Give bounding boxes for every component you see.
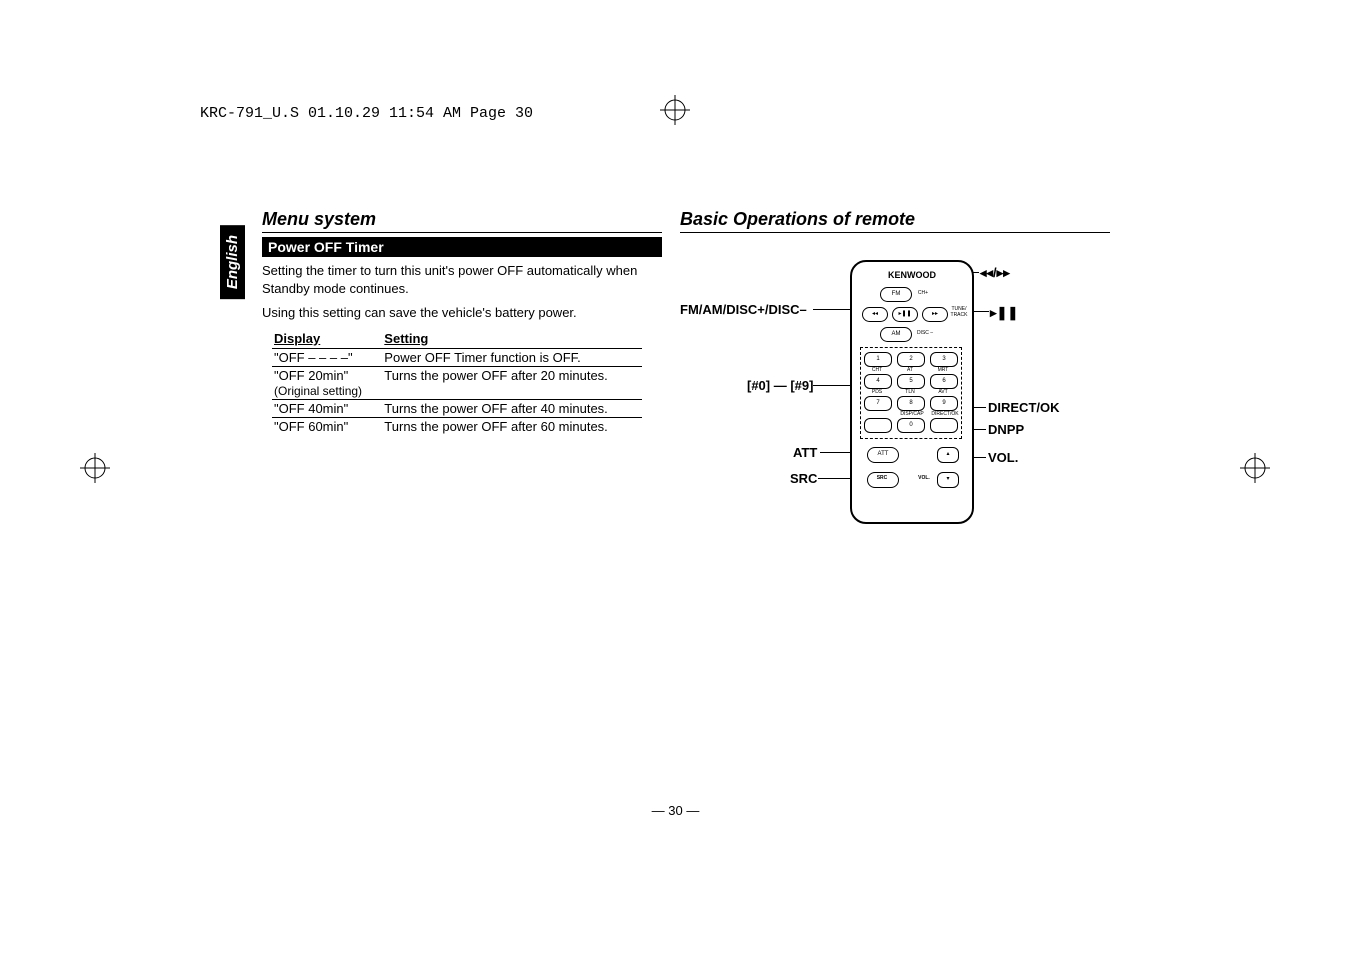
vol-up-button[interactable]: ▴ <box>937 447 959 463</box>
cell-display: "OFF 40min" <box>272 399 382 417</box>
ch-plus-label: CH+ <box>914 290 932 296</box>
label-8: TLN <box>897 389 923 395</box>
direct-label: DIRECT/OK <box>930 411 960 417</box>
callout-direct-ok: DIRECT/OK <box>988 400 1060 415</box>
table-header-setting: Setting <box>382 329 642 349</box>
cell-setting: Turns the power OFF after 40 minutes. <box>382 399 642 417</box>
num-7-button[interactable]: 7 <box>864 396 892 411</box>
registration-mark-top <box>660 95 690 125</box>
settings-table: Display Setting "OFF – – – –" Power OFF … <box>272 329 642 435</box>
page-number: — 30 — <box>0 803 1351 818</box>
paragraph-2: Using this setting can save the vehicle'… <box>262 304 662 322</box>
num-0-button[interactable]: 0 <box>897 418 925 433</box>
cell-setting: Power OFF Timer function is OFF. <box>382 348 642 366</box>
vol-label: VOL. <box>914 475 934 481</box>
subsection-power-off-timer: Power OFF Timer <box>262 237 662 257</box>
num-1-button[interactable]: 1 <box>864 352 892 367</box>
label-9: AVT <box>930 389 956 395</box>
table-row: "OFF 20min" (Original setting) Turns the… <box>272 366 642 399</box>
num-5-button[interactable]: 5 <box>897 374 925 389</box>
cell-setting: Turns the power OFF after 20 minutes. <box>382 366 642 399</box>
cell-display-note: (Original setting) <box>274 384 362 398</box>
tune-track-label: TUNE/ TRACK <box>948 306 970 318</box>
callout-src: SRC <box>790 471 817 486</box>
registration-mark-right <box>1240 453 1270 483</box>
label-6: MRT <box>930 367 956 373</box>
blank-button[interactable] <box>864 418 892 433</box>
cell-display: "OFF 20min" (Original setting) <box>272 366 382 399</box>
remote-brand: KENWOOD <box>852 270 972 280</box>
file-header: KRC-791_U.S 01.10.29 11:54 AM Page 30 <box>200 105 533 122</box>
callout-play-pause: ▸❚❚ <box>990 305 1018 321</box>
disp-label: DISP/CAP <box>897 411 927 417</box>
callout-dnpp: DNPP <box>988 422 1024 437</box>
table-row: "OFF 40min" Turns the power OFF after 40… <box>272 399 642 417</box>
paragraph-1: Setting the timer to turn this unit's po… <box>262 262 662 298</box>
table-row: "OFF 60min" Turns the power OFF after 60… <box>272 417 642 435</box>
line <box>813 309 853 310</box>
src-label: SRC <box>875 475 889 481</box>
callout-fm-am-disc: FM/AM/DISC+/DISC– <box>680 302 807 317</box>
callout-vol: VOL. <box>988 450 1018 465</box>
cell-display: "OFF – – – –" <box>272 348 382 366</box>
num-9-button[interactable]: 9 <box>930 396 958 411</box>
label-7: PDS <box>864 389 890 395</box>
disc-minus-label: DISC – <box>914 330 936 336</box>
fm-button[interactable]: FM <box>880 287 912 302</box>
section-title-remote-ops: Basic Operations of remote <box>680 209 1110 233</box>
remote-diagram: FM/AM/DISC+/DISC– [#0] — [#9] ATT SRC ◂◂… <box>700 250 1110 530</box>
callout-prev-next: ◂◂/▸▸ <box>980 265 1010 281</box>
table-header-display: Display <box>272 329 382 349</box>
vol-down-button[interactable]: ▾ <box>937 472 959 488</box>
num-3-button[interactable]: 3 <box>930 352 958 367</box>
right-column: Basic Operations of remote <box>680 209 1110 237</box>
num-8-button[interactable]: 8 <box>897 396 925 411</box>
num-6-button[interactable]: 6 <box>930 374 958 389</box>
next-button[interactable]: ▸▸ <box>922 307 948 322</box>
cell-display-value: "OFF 20min" <box>274 368 348 383</box>
left-column: Menu system Power OFF Timer Setting the … <box>262 209 662 435</box>
prev-button[interactable]: ◂◂ <box>862 307 888 322</box>
language-tab: English <box>220 225 245 299</box>
play-pause-button[interactable]: ▸❚❚ <box>892 307 918 322</box>
label-4: CHT <box>864 367 890 373</box>
cell-setting: Turns the power OFF after 60 minutes. <box>382 417 642 435</box>
num-2-button[interactable]: 2 <box>897 352 925 367</box>
label-5: AT <box>897 367 923 373</box>
callout-numpad: [#0] — [#9] <box>747 378 813 393</box>
am-button[interactable]: AM <box>880 327 912 342</box>
callout-att: ATT <box>793 445 817 460</box>
att-button[interactable]: ATT <box>867 447 899 463</box>
remote-body: KENWOOD FM CH+ ◂◂ ▸❚❚ ▸▸ TUNE/ TRACK AM … <box>850 260 974 524</box>
cell-display: "OFF 60min" <box>272 417 382 435</box>
direct-ok-button[interactable] <box>930 418 958 433</box>
section-title-menu-system: Menu system <box>262 209 662 233</box>
line <box>813 385 853 386</box>
table-row: "OFF – – – –" Power OFF Timer function i… <box>272 348 642 366</box>
num-4-button[interactable]: 4 <box>864 374 892 389</box>
registration-mark-left <box>80 453 110 483</box>
